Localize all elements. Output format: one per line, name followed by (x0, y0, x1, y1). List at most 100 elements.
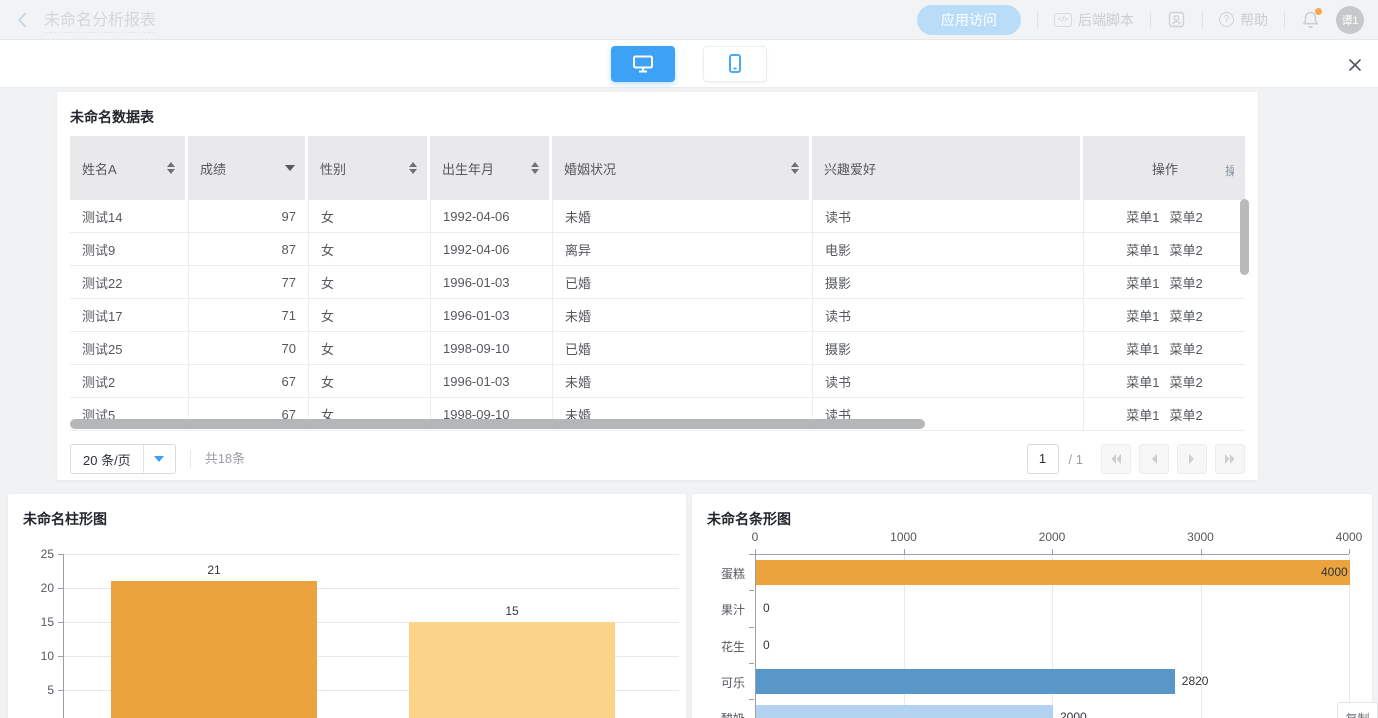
column-header-inner: 姓名A (82, 159, 175, 178)
table-cell: 读书 (812, 200, 1083, 233)
total-count-label: 共18条 (190, 450, 245, 468)
bar-value-label: 21 (111, 563, 317, 577)
row-action-link[interactable]: 菜单2 (1170, 276, 1203, 291)
row-action-link[interactable]: 菜单1 (1126, 342, 1159, 357)
column-header[interactable]: 出生年月 (430, 136, 552, 200)
axis-tick (749, 590, 754, 591)
x-axis-label: 1000 (874, 530, 934, 544)
first-page-button[interactable] (1101, 444, 1131, 474)
table-cell: 女 (308, 266, 430, 299)
row-action-link[interactable]: 菜单2 (1170, 243, 1203, 258)
row-action-link[interactable]: 菜单2 (1170, 309, 1203, 324)
row-actions-cell: 菜单1 菜单2 (1083, 266, 1245, 299)
help-button[interactable]: ? 帮助 (1219, 10, 1268, 30)
row-actions-cell: 菜单1 菜单2 (1083, 299, 1245, 332)
bar-value-label: 0 (763, 638, 770, 652)
bar-chart-card: 未命名条形图 01000200030004000蛋糕4000果汁0花生0可乐28… (692, 494, 1372, 718)
row-action-link[interactable]: 菜单2 (1170, 375, 1203, 390)
app-access-button[interactable]: 应用访问 (917, 5, 1021, 35)
close-icon (1347, 57, 1363, 73)
row-actions-cell: 菜单1 菜单2 (1083, 398, 1245, 431)
y-axis-label: 25 (18, 547, 54, 561)
column-header[interactable]: 性别 (308, 136, 430, 200)
sort-desc-icon (531, 169, 539, 174)
table-row: 测试987女1992-04-06离异电影菜单1菜单2 (70, 233, 1245, 266)
column-header[interactable]: 成绩 (188, 136, 308, 200)
chevron-left-icon (1149, 453, 1159, 465)
axis-tick (749, 627, 754, 628)
divider (1284, 12, 1285, 28)
column-header: 兴趣爱好 (812, 136, 1083, 200)
x-axis-label: 3000 (1171, 530, 1231, 544)
mobile-toggle-button[interactable] (703, 46, 767, 82)
axis-tick (1349, 549, 1350, 554)
double-chevron-right-icon (1223, 453, 1237, 465)
member-button[interactable] (1167, 10, 1186, 29)
row-action-link[interactable]: 菜单1 (1126, 276, 1159, 291)
table-cell: 女 (308, 200, 430, 233)
category-label: 蛋糕 (700, 565, 745, 582)
row-actions-cell: 菜单1 菜单2 (1083, 365, 1245, 398)
dropdown-caret-box (143, 445, 175, 473)
last-page-button[interactable] (1215, 444, 1245, 474)
page-size-select[interactable]: 20 条/页 (70, 444, 176, 474)
chart-bar[interactable] (756, 705, 1053, 718)
sort-asc-icon (531, 162, 539, 167)
row-action-link[interactable]: 菜单2 (1170, 408, 1203, 423)
x-axis-label: 2000 (1022, 530, 1082, 544)
code-icon: </> (1054, 13, 1072, 27)
sort-desc-active-icon[interactable] (285, 165, 295, 171)
divider (1150, 12, 1151, 28)
row-action-link[interactable]: 菜单1 (1126, 243, 1159, 258)
avatar[interactable]: 谭1 (1336, 6, 1364, 34)
table-cell: 读书 (812, 365, 1083, 398)
y-axis-label: 5 (18, 683, 54, 697)
copy-button-clipped[interactable]: 复制 (1337, 702, 1378, 718)
question-icon: ? (1219, 12, 1234, 27)
desktop-toggle-button[interactable] (611, 46, 675, 82)
column-header-inner: 成绩 (200, 159, 295, 178)
chart-bar[interactable] (409, 622, 615, 718)
preview-body: 未命名数据表 姓名A成绩性别出生年月婚姻状况兴趣爱好操作 测试1497女1992… (0, 88, 1378, 718)
chart-bar[interactable] (756, 669, 1175, 694)
column-header[interactable]: 姓名A (70, 136, 188, 200)
vertical-scrollbar[interactable] (1240, 199, 1249, 275)
sort-icon[interactable] (167, 162, 175, 174)
report-title[interactable]: 未命名分析报表 (44, 6, 156, 33)
row-action-link[interactable]: 菜单1 (1126, 375, 1159, 390)
table-cell: 77 (188, 266, 308, 299)
back-icon[interactable] (14, 11, 30, 29)
page-size-value: 20 条/页 (71, 450, 143, 469)
row-action-link[interactable]: 菜单1 (1126, 408, 1159, 423)
column-header-inner: 性别 (320, 159, 417, 178)
data-table-card: 未命名数据表 姓名A成绩性别出生年月婚姻状况兴趣爱好操作 测试1497女1992… (57, 92, 1258, 480)
row-action-link[interactable]: 菜单2 (1170, 210, 1203, 225)
y-axis-label: 10 (18, 649, 54, 663)
sort-icon[interactable] (531, 162, 539, 174)
sort-icon[interactable] (791, 162, 799, 174)
chevron-down-icon (154, 456, 164, 462)
x-axis-label: 0 (725, 530, 785, 544)
table-cell: 摄影 (812, 266, 1083, 299)
sort-icon[interactable] (409, 162, 417, 174)
bar-value-label: 4000 (1321, 565, 1348, 579)
row-action-link[interactable]: 菜单1 (1126, 309, 1159, 324)
table-row: 测试1771女1996-01-03未婚读书菜单1菜单2 (70, 299, 1245, 332)
backend-script-button[interactable]: </> 后端脚本 (1054, 10, 1134, 30)
chart-bar[interactable] (756, 560, 1350, 585)
page-number-input[interactable]: 1 (1027, 444, 1059, 474)
horizontal-scrollbar[interactable] (70, 419, 925, 429)
id-card-icon (1167, 10, 1186, 29)
column-chart-plot: 5101520252115 (8, 494, 686, 718)
prev-page-button[interactable] (1139, 444, 1169, 474)
chart-bar[interactable] (111, 581, 317, 718)
notifications-button[interactable] (1301, 10, 1320, 30)
next-page-button[interactable] (1177, 444, 1207, 474)
row-action-link[interactable]: 菜单1 (1126, 210, 1159, 225)
table-row: 测试267女1996-01-03未婚读书菜单1菜单2 (70, 365, 1245, 398)
close-preview-button[interactable] (1346, 56, 1364, 74)
row-actions-cell: 菜单1 菜单2 (1083, 332, 1245, 365)
column-header[interactable]: 婚姻状况 (552, 136, 812, 200)
row-action-link[interactable]: 菜单2 (1170, 342, 1203, 357)
category-label: 可乐 (700, 674, 745, 691)
